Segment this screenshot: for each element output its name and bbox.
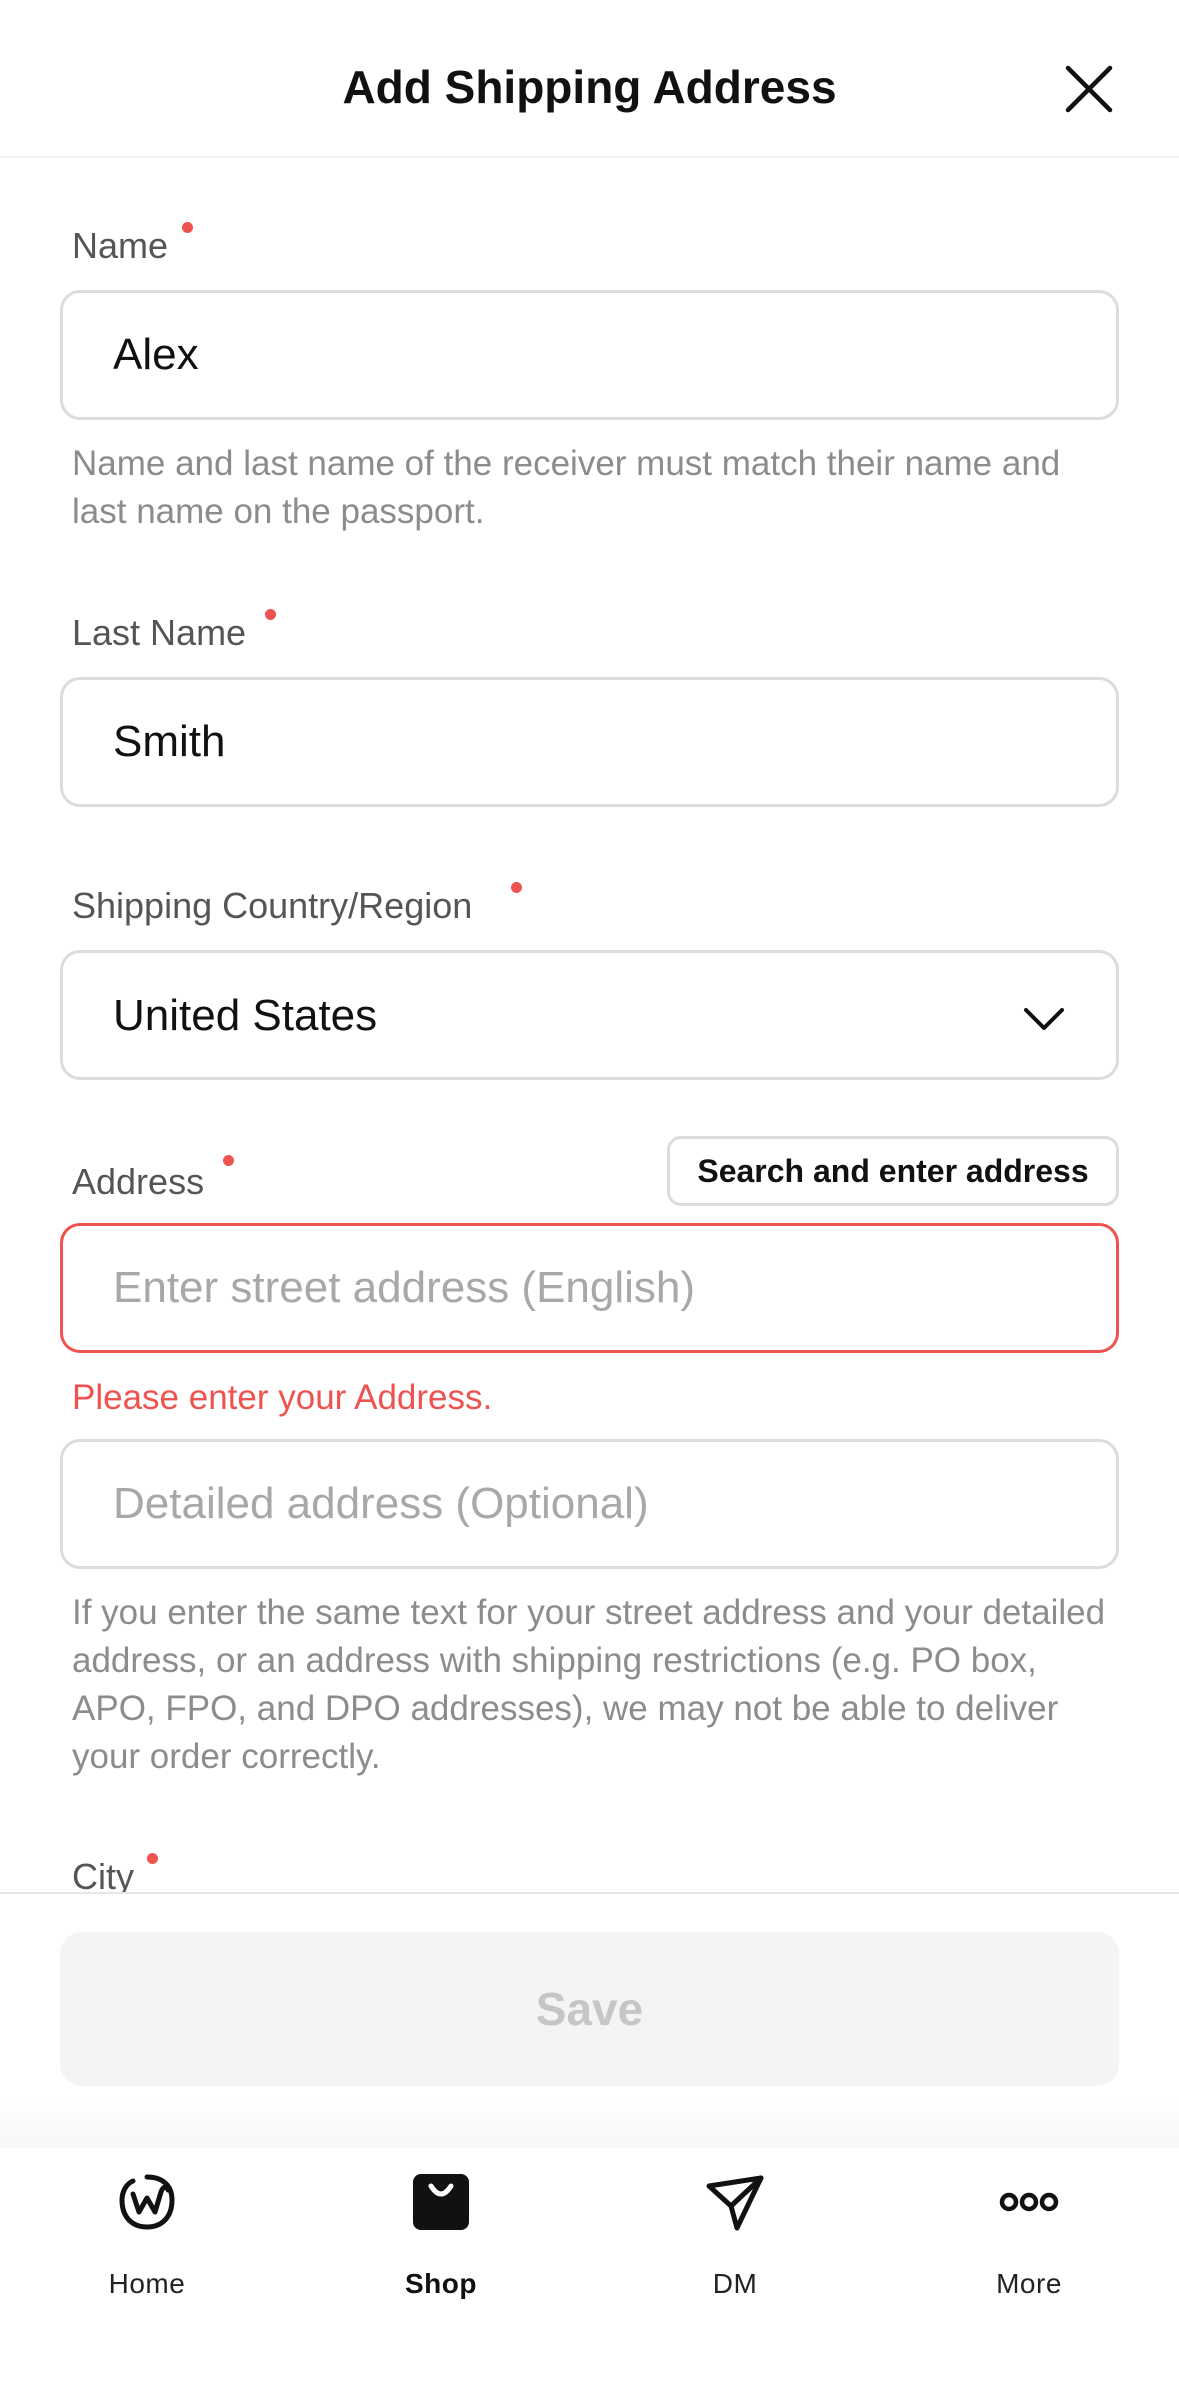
search-address-button[interactable]: Search and enter address bbox=[667, 1136, 1119, 1206]
street-address-input[interactable] bbox=[63, 1226, 1116, 1350]
nav-label-more: More bbox=[996, 2268, 1062, 2299]
street-address-field-box bbox=[60, 1223, 1119, 1353]
home-w-icon bbox=[119, 2174, 175, 2230]
nav-label-dm: DM bbox=[712, 2268, 758, 2299]
required-indicator bbox=[511, 882, 522, 893]
detailed-address-field-box bbox=[60, 1439, 1119, 1569]
required-indicator bbox=[182, 222, 193, 233]
name-label: Name bbox=[72, 225, 169, 266]
required-indicator bbox=[265, 609, 276, 620]
required-indicator bbox=[223, 1155, 234, 1166]
last-name-input[interactable] bbox=[63, 680, 1116, 804]
nav-item-more[interactable]: More bbox=[882, 2172, 1176, 2332]
name-helper-text: Name and last name of the receiver must … bbox=[72, 444, 1061, 531]
chevron-down-icon bbox=[1024, 1008, 1064, 1030]
detailed-address-input[interactable] bbox=[63, 1442, 1116, 1566]
close-button[interactable] bbox=[1058, 58, 1120, 120]
save-bar: Save bbox=[0, 1892, 1179, 2148]
bottom-navigation: Home Shop DM More bbox=[0, 2148, 1179, 2396]
country-selected-value: United States bbox=[113, 991, 378, 1040]
close-icon bbox=[1065, 65, 1113, 113]
header: Add Shipping Address bbox=[0, 0, 1179, 158]
shop-bag-icon bbox=[413, 2174, 469, 2230]
address-error-message: Please enter your Address. bbox=[72, 1378, 493, 1417]
more-dots-icon bbox=[999, 2192, 1059, 2212]
page-title: Add Shipping Address bbox=[342, 61, 837, 113]
name-field-box bbox=[60, 290, 1119, 420]
address-label: Address bbox=[72, 1161, 205, 1202]
address-helper-text: If you enter the same text for your stre… bbox=[72, 1593, 1106, 1776]
paper-plane-icon bbox=[706, 2175, 764, 2231]
last-name-field-box bbox=[60, 677, 1119, 807]
save-button[interactable]: Save bbox=[60, 1932, 1119, 2086]
nav-item-shop[interactable]: Shop bbox=[294, 2172, 588, 2332]
nav-label-home: Home bbox=[108, 2268, 186, 2299]
nav-label-shop: Shop bbox=[405, 2268, 477, 2299]
country-label: Shipping Country/Region bbox=[72, 885, 473, 926]
required-indicator bbox=[147, 1853, 158, 1864]
country-select[interactable]: United States bbox=[60, 950, 1119, 1080]
add-shipping-address-screen: Add Shipping Address Name Name and last … bbox=[0, 0, 1179, 2396]
last-name-label: Last Name bbox=[72, 612, 247, 653]
name-input[interactable] bbox=[63, 293, 1116, 417]
nav-item-home[interactable]: Home bbox=[0, 2172, 294, 2332]
nav-item-dm[interactable]: DM bbox=[588, 2172, 882, 2332]
